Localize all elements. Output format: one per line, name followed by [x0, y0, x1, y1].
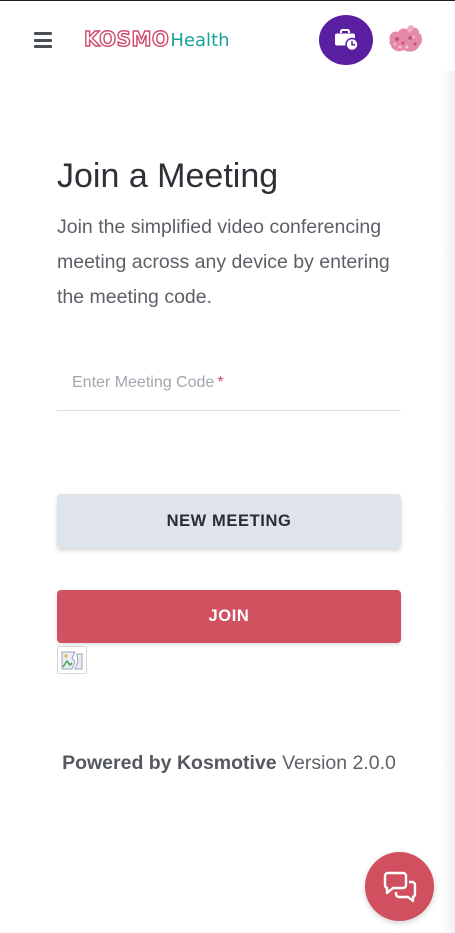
page-subtitle: Join the simplified video conferencing m… [57, 216, 390, 308]
chat-bubbles-icon [383, 871, 416, 902]
powered-by-label: Powered by Kosmotive [62, 752, 277, 774]
briefcase-clock-icon [335, 29, 359, 51]
logo-kosmo-text: KOSMO [83, 26, 170, 51]
app-frame: KOSMO Health Join a Meeting Join the sim… [0, 0, 455, 933]
hamburger-line [34, 45, 52, 48]
join-button[interactable]: JOIN [57, 590, 401, 643]
kosmo-health-logo[interactable]: KOSMO Health [83, 26, 230, 55]
hamburger-line [34, 32, 52, 35]
hamburger-menu-icon[interactable] [34, 32, 52, 48]
footer-text: Powered by Kosmotive Version 2.0.0 [57, 746, 401, 781]
user-avatar-icon [389, 25, 422, 52]
hamburger-line [34, 38, 52, 42]
chat-button[interactable] [365, 852, 434, 921]
broken-image-icon [57, 646, 87, 674]
broken-image-glyph [61, 651, 83, 670]
meeting-code-field[interactable]: Enter Meeting Code * [57, 363, 401, 411]
briefcase-clock-button[interactable] [319, 15, 373, 65]
version-label: Version 2.0.0 [282, 752, 396, 774]
new-meeting-button[interactable]: NEW MEETING [57, 494, 401, 548]
side-shadow [441, 71, 455, 933]
user-avatar[interactable] [386, 23, 424, 55]
page-title: Join a Meeting [57, 157, 279, 195]
top-header: KOSMO Health [0, 1, 455, 79]
meeting-code-input[interactable] [57, 363, 401, 405]
logo-health-text: Health [170, 30, 230, 51]
